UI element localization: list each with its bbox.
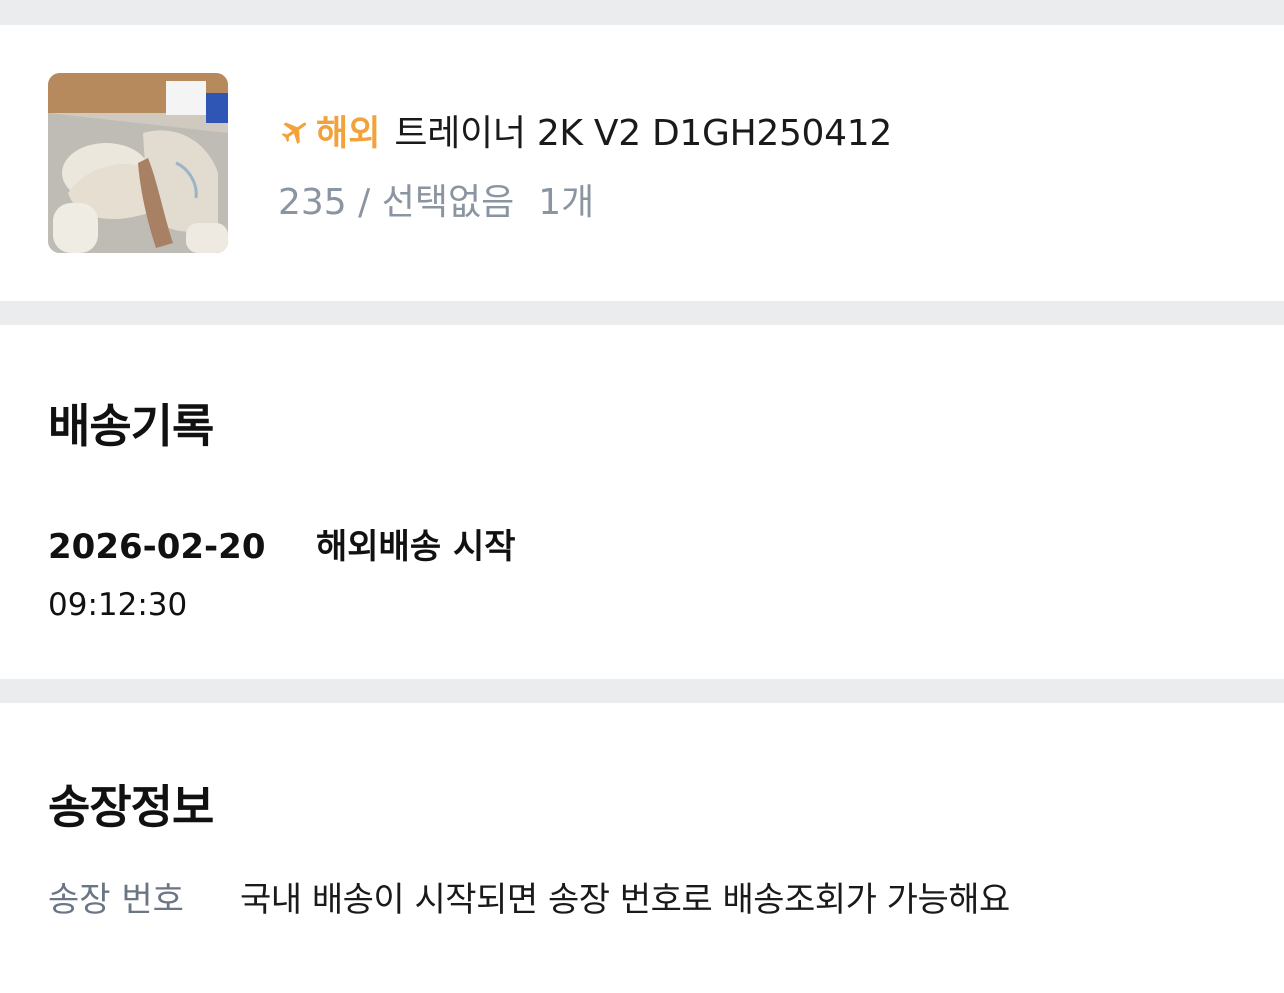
section-divider xyxy=(0,679,1284,703)
product-card[interactable]: 해외 트레이너 2K V2 D1GH250412 235 / 선택없음 1개 xyxy=(0,25,1284,301)
delivery-history-section: 배송기록 2026-02-20 해외배송 시작 09:12:30 xyxy=(0,325,1284,679)
product-option: 235 / 선택없음 xyxy=(278,182,515,223)
product-thumbnail[interactable] xyxy=(48,73,228,253)
product-quantity: 1개 xyxy=(538,182,595,223)
overseas-badge: 해외 xyxy=(316,113,381,154)
invoice-number-value: 국내 배송이 시작되면 송장 번호로 배송조회가 가능해요 xyxy=(240,880,1010,920)
invoice-title: 송장정보 xyxy=(48,780,214,834)
invoice-number-label: 송장 번호 xyxy=(48,880,184,920)
history-date: 2026-02-20 xyxy=(48,527,266,567)
invoice-row: 송장 번호 국내 배송이 시작되면 송장 번호로 배송조회가 가능해요 xyxy=(48,872,1010,921)
sneaker-photo-icon xyxy=(48,73,228,253)
section-divider xyxy=(0,301,1284,325)
history-status: 해외배송 시작 xyxy=(316,527,516,567)
history-time: 09:12:30 xyxy=(48,587,188,623)
airplane-icon xyxy=(278,113,312,147)
history-entry: 2026-02-20 해외배송 시작 xyxy=(48,519,516,568)
top-divider xyxy=(0,0,1284,25)
invoice-section: 송장정보 송장 번호 국내 배송이 시작되면 송장 번호로 배송조회가 가능해요 xyxy=(0,703,1284,993)
product-name: 트레이너 2K V2 D1GH250412 xyxy=(394,113,892,154)
delivery-history-title: 배송기록 xyxy=(48,399,214,453)
